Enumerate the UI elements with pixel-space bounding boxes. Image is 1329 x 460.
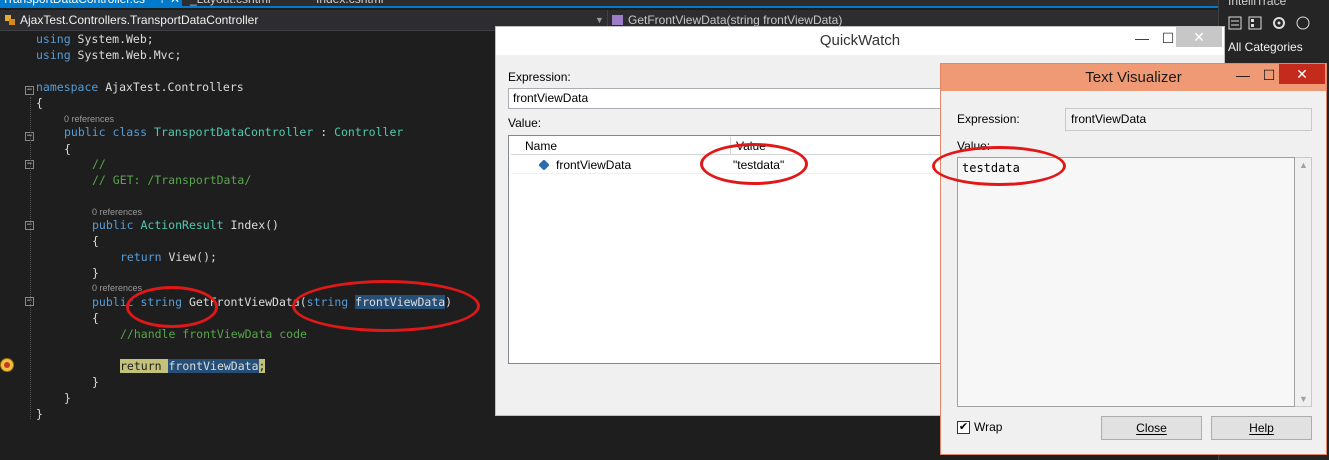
codelens-references[interactable]: 0 references xyxy=(92,283,142,293)
code-line-brace: } xyxy=(64,391,71,405)
code-line-return-view: return View(); xyxy=(120,250,217,264)
row-value[interactable]: "testdata" xyxy=(733,156,784,174)
class-icon xyxy=(5,15,15,25)
breakpoint-current-statement-icon[interactable] xyxy=(0,358,14,372)
code-line-brace: { xyxy=(92,234,99,248)
code-line-namespace: namespace AjaxTest.Controllers xyxy=(36,80,244,94)
indicator-margin[interactable] xyxy=(0,31,20,460)
outline-collapse-namespace-icon[interactable]: − xyxy=(25,86,34,95)
category-filter[interactable]: All Categories xyxy=(1228,40,1303,54)
code-line-brace: { xyxy=(36,96,43,110)
minimize-icon[interactable]: — xyxy=(1132,27,1152,49)
value-label: Value: xyxy=(957,139,991,153)
column-divider[interactable] xyxy=(730,137,731,155)
tab-layout-cshtml[interactable]: _Layout.cshtml xyxy=(190,0,271,6)
code-line-comment: // xyxy=(92,157,106,171)
watch-grid[interactable]: Name Value frontViewData "testdata" xyxy=(508,135,948,364)
code-line-brace: { xyxy=(64,142,71,156)
close-icon[interactable]: ✕ xyxy=(1279,64,1325,84)
close-tab-icon[interactable]: ✕ xyxy=(170,0,180,6)
column-header-name[interactable]: Name xyxy=(525,137,557,155)
code-line-index: public ActionResult Index() xyxy=(92,218,279,232)
wrap-checkbox[interactable]: ✔ xyxy=(957,421,970,434)
member-selector-label: GetFrontViewData(string frontViewData) xyxy=(628,13,843,27)
tab-list-dropdown-icon[interactable]: ▼ xyxy=(1202,0,1212,3)
scroll-down-icon[interactable]: ▼ xyxy=(1299,394,1308,404)
panel-toolbar xyxy=(1227,14,1327,32)
code-line-brace: { xyxy=(92,311,99,325)
expression-label: Expression: xyxy=(508,70,571,84)
expression-field[interactable]: frontViewData xyxy=(1065,108,1312,131)
type-selector-label: AjaxTest.Controllers.TransportDataContro… xyxy=(20,13,259,27)
close-button[interactable]: Close xyxy=(1101,416,1202,440)
maximize-icon[interactable]: ☐ xyxy=(1158,27,1178,49)
method-icon xyxy=(612,15,623,25)
help-icon[interactable] xyxy=(1296,16,1310,30)
codelens-references[interactable]: 0 references xyxy=(64,114,114,124)
row-name: frontViewData xyxy=(556,158,632,172)
calls-view-icon[interactable] xyxy=(1248,16,1262,30)
codelens-references[interactable]: 0 references xyxy=(92,207,142,217)
panel-title: IntelliTrace xyxy=(1228,0,1287,8)
value-label: Value: xyxy=(508,116,542,130)
document-tab-strip: TransportDataController.cs ⊣ ✕ _Layout.c… xyxy=(0,0,1218,8)
code-line-brace: } xyxy=(92,266,99,280)
value-textarea[interactable]: testdata xyxy=(957,157,1295,407)
code-line-brace: } xyxy=(92,375,99,389)
code-line-brace: } xyxy=(36,407,43,421)
code-line-return-current: return frontViewData; xyxy=(120,359,266,373)
text-visualizer-dialog: Text Visualizer — ☐ ✕ Expression: frontV… xyxy=(940,63,1327,455)
outline-guide xyxy=(30,97,31,419)
code-editor[interactable]: − − − − − using System.Web; using System… xyxy=(0,31,495,460)
list-view-icon[interactable] xyxy=(1228,16,1242,30)
vertical-scrollbar[interactable]: ▲ ▼ xyxy=(1295,157,1312,407)
close-icon[interactable]: ✕ xyxy=(1176,27,1222,47)
code-line-1: using System.Web; xyxy=(36,32,154,46)
code-line-comment: // GET: /TransportData/ xyxy=(92,173,252,187)
gear-icon[interactable] xyxy=(1273,17,1285,29)
grid-header: Name Value xyxy=(511,137,947,155)
wrap-label[interactable]: Wrap xyxy=(974,420,1002,434)
tab-index-cshtml[interactable]: Index.cshtml xyxy=(316,0,383,6)
pin-tab-icon[interactable]: ⊣ xyxy=(153,0,163,6)
quickwatch-title: QuickWatch xyxy=(496,27,1224,55)
code-line-class: public class TransportDataController : C… xyxy=(64,125,404,139)
expression-input[interactable]: frontViewData xyxy=(508,88,948,109)
maximize-icon[interactable]: ☐ xyxy=(1259,65,1279,85)
code-line-2: using System.Web.Mvc; xyxy=(36,48,182,62)
code-line-comment: //handle frontViewData code xyxy=(120,327,307,341)
field-icon xyxy=(538,159,550,171)
scroll-up-icon[interactable]: ▲ xyxy=(1299,160,1308,170)
code-line-getfrontviewdata: public string GetFrontViewData(string fr… xyxy=(92,295,453,309)
minimize-icon[interactable]: — xyxy=(1233,65,1253,85)
column-header-value[interactable]: Value xyxy=(736,137,766,155)
help-button[interactable]: Help xyxy=(1211,416,1312,440)
table-row[interactable]: frontViewData "testdata" xyxy=(511,156,947,174)
expression-label: Expression: xyxy=(957,112,1020,126)
